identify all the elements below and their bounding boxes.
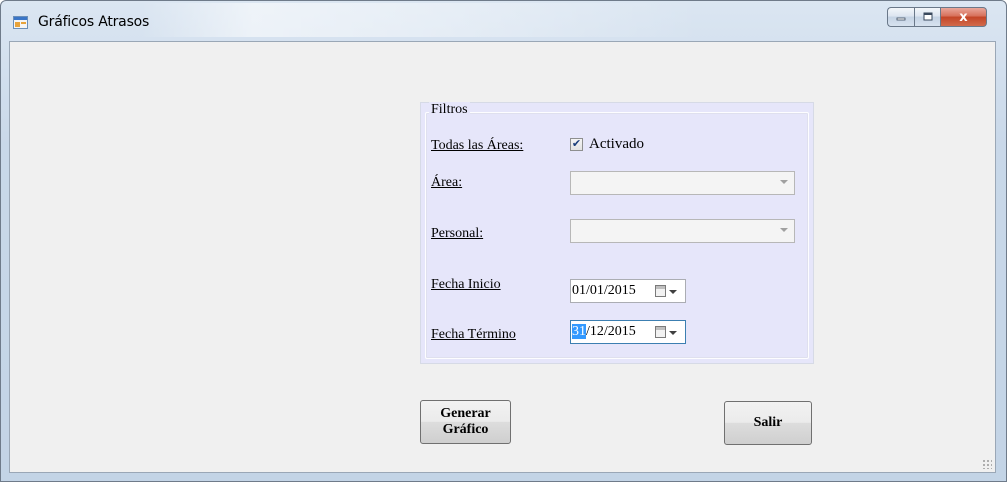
filters-group-title: Filtros [429,102,470,118]
end-date-picker[interactable]: 31/12/2015 [570,320,686,344]
close-icon: x [959,9,968,25]
chevron-down-icon[interactable] [669,331,677,335]
area-combobox[interactable] [570,171,795,195]
checkmark-icon: ✔ [571,138,582,150]
start-date-value[interactable]: 01/01/2015 [572,283,636,299]
calendar-icon[interactable] [655,326,666,338]
personal-label: Personal: [431,226,484,241]
title-bar[interactable]: Gráficos Atrasos x [1,1,1006,41]
end-date-rest[interactable]: /12/2015 [586,324,636,339]
filters-group: Filtros Todas las Áreas: ✔ Activado Área… [420,102,814,364]
personal-combobox[interactable] [570,219,795,243]
end-date-label: Fecha Término [431,327,516,342]
all-areas-label: Todas las Áreas: [431,138,524,153]
maximize-button[interactable] [914,7,941,27]
caption-buttons: x [887,7,987,29]
minimize-button[interactable] [887,7,914,27]
all-areas-checkbox-text[interactable]: Activado [589,136,644,153]
start-date-picker[interactable]: 01/01/2015 [570,279,686,303]
area-label: Área: [431,175,463,190]
end-date-day-selected[interactable]: 31 [572,324,586,339]
form-client-area: Filtros Todas las Áreas: ✔ Activado Área… [9,41,996,473]
minimize-icon [896,17,906,21]
chevron-down-icon[interactable] [669,290,677,294]
close-button[interactable]: x [941,7,987,27]
start-date-label: Fecha Inicio [431,277,501,292]
all-areas-checkbox[interactable]: ✔ [570,138,583,151]
exit-button[interactable]: Salir [724,401,812,445]
maximize-icon [923,12,932,21]
window-title: Gráficos Atrasos [38,14,150,30]
chevron-down-icon [780,228,788,232]
calendar-icon[interactable] [655,285,666,297]
resize-grip[interactable] [982,459,992,469]
generate-chart-button[interactable]: Generar Gráfico [420,400,511,444]
form-icon [13,16,28,29]
app-window: Gráficos Atrasos x Filtros Todas las Áre… [0,0,1007,482]
chevron-down-icon [780,180,788,184]
